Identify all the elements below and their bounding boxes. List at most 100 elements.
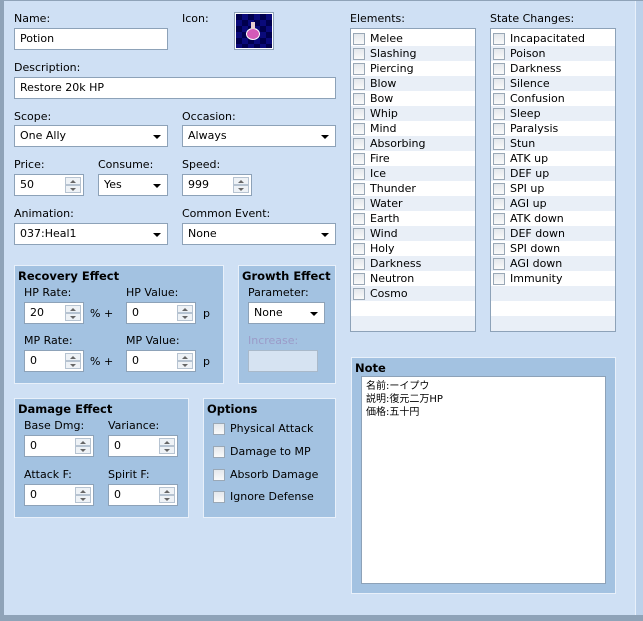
hp-rate-spinner[interactable]: 20 — [24, 302, 84, 324]
elements-list[interactable]: Melee Slashing Piercing Blow Bow Whip Mind Abso… — [350, 28, 476, 332]
list-item[interactable]: Neutron — [351, 271, 475, 286]
spin-down-icon[interactable] — [159, 446, 175, 454]
checkbox[interactable] — [353, 287, 365, 300]
checkbox[interactable] — [353, 167, 365, 180]
common-event-select[interactable]: None — [182, 223, 336, 245]
checkbox[interactable] — [353, 242, 365, 255]
checkbox[interactable] — [353, 152, 365, 165]
spin-up-icon[interactable] — [65, 305, 81, 313]
physical-attack-checkbox[interactable]: Physical Attack — [213, 422, 313, 435]
list-item[interactable]: Blow — [351, 76, 475, 91]
note-textarea[interactable]: 名前:ーイプウ 説明:復元二万HP 価格:五十円 — [361, 376, 606, 584]
list-item[interactable] — [491, 301, 615, 316]
list-item[interactable]: Absorbing — [351, 136, 475, 151]
checkbox[interactable] — [353, 257, 365, 270]
spin-down-icon[interactable] — [65, 185, 81, 193]
list-item[interactable]: DEF up — [491, 166, 615, 181]
attack-f-spinner[interactable]: 0 — [24, 484, 94, 506]
list-item[interactable]: Holy — [351, 241, 475, 256]
list-item[interactable]: ATK down — [491, 211, 615, 226]
spin-down-icon[interactable] — [177, 313, 193, 321]
checkbox[interactable] — [353, 77, 365, 90]
speed-spinner[interactable]: 999 — [182, 174, 252, 196]
list-item[interactable]: Melee — [351, 31, 475, 46]
checkbox[interactable] — [493, 212, 505, 225]
checkbox[interactable] — [353, 92, 365, 105]
spin-up-icon[interactable] — [65, 353, 81, 361]
list-item[interactable]: Bow — [351, 91, 475, 106]
base-dmg-spinner[interactable]: 0 — [24, 435, 94, 457]
spin-up-icon[interactable] — [159, 487, 175, 495]
checkbox[interactable] — [493, 242, 505, 255]
list-item[interactable]: Stun — [491, 136, 615, 151]
spin-down-icon[interactable] — [65, 313, 81, 321]
list-item[interactable]: Sleep — [491, 106, 615, 121]
variance-spinner[interactable]: 0 — [108, 435, 178, 457]
checkbox[interactable] — [353, 212, 365, 225]
checkbox[interactable] — [353, 137, 365, 150]
consume-select[interactable]: Yes — [98, 174, 168, 196]
list-item[interactable]: Confusion — [491, 91, 615, 106]
mp-rate-spinner[interactable]: 0 — [24, 350, 84, 372]
list-item[interactable]: Ice — [351, 166, 475, 181]
list-item[interactable]: Poison — [491, 46, 615, 61]
damage-to-mp-checkbox[interactable]: Damage to MP — [213, 445, 311, 458]
icon-picker[interactable] — [234, 12, 274, 50]
list-item[interactable]: DEF down — [491, 226, 615, 241]
spin-up-icon[interactable] — [177, 353, 193, 361]
checkbox[interactable] — [493, 62, 505, 75]
spin-up-icon[interactable] — [75, 438, 91, 446]
price-spinner[interactable]: 50 — [14, 174, 84, 196]
name-input[interactable]: Potion — [14, 28, 168, 50]
list-item[interactable]: Incapacitated — [491, 31, 615, 46]
checkbox[interactable] — [493, 77, 505, 90]
list-item[interactable]: Cosmo — [351, 286, 475, 301]
list-item[interactable]: AGI down — [491, 256, 615, 271]
spin-down-icon[interactable] — [233, 185, 249, 193]
absorb-damage-checkbox[interactable]: Absorb Damage — [213, 468, 318, 481]
checkbox[interactable] — [493, 257, 505, 270]
checkbox[interactable] — [493, 152, 505, 165]
parameter-select[interactable]: None — [248, 302, 325, 324]
checkbox[interactable] — [493, 107, 505, 120]
checkbox[interactable] — [493, 227, 505, 240]
checkbox[interactable] — [353, 122, 365, 135]
list-item[interactable]: Mind — [351, 121, 475, 136]
checkbox[interactable] — [353, 47, 365, 60]
list-item[interactable]: ATK up — [491, 151, 615, 166]
list-item[interactable] — [491, 316, 615, 331]
checkbox[interactable] — [493, 272, 505, 285]
state-changes-list[interactable]: Incapacitated Poison Darkness Silence Confus… — [490, 28, 616, 332]
scope-select[interactable]: One Ally — [14, 125, 168, 147]
checkbox[interactable] — [493, 122, 505, 135]
animation-select[interactable]: 037:Heal1 — [14, 223, 168, 245]
checkbox[interactable] — [493, 92, 505, 105]
list-item[interactable] — [491, 286, 615, 301]
checkbox[interactable] — [493, 137, 505, 150]
spin-up-icon[interactable] — [177, 305, 193, 313]
spin-up-icon[interactable] — [75, 487, 91, 495]
list-item[interactable]: Fire — [351, 151, 475, 166]
list-item[interactable]: Immunity — [491, 271, 615, 286]
list-item[interactable] — [351, 301, 475, 316]
checkbox[interactable] — [493, 32, 505, 45]
checkbox[interactable] — [493, 197, 505, 210]
spin-down-icon[interactable] — [177, 361, 193, 369]
checkbox[interactable] — [353, 107, 365, 120]
list-item[interactable]: SPI down — [491, 241, 615, 256]
list-item[interactable]: Earth — [351, 211, 475, 226]
occasion-select[interactable]: Always — [182, 125, 336, 147]
list-item[interactable]: Silence — [491, 76, 615, 91]
spin-down-icon[interactable] — [159, 495, 175, 503]
hp-value-spinner[interactable]: 0 — [126, 302, 196, 324]
list-item[interactable]: Piercing — [351, 61, 475, 76]
list-item[interactable]: Thunder — [351, 181, 475, 196]
list-item[interactable]: Wind — [351, 226, 475, 241]
list-item[interactable]: AGI up — [491, 196, 615, 211]
checkbox[interactable] — [493, 167, 505, 180]
checkbox[interactable] — [353, 32, 365, 45]
list-item[interactable]: Whip — [351, 106, 475, 121]
spin-down-icon[interactable] — [75, 495, 91, 503]
spin-down-icon[interactable] — [75, 446, 91, 454]
checkbox[interactable] — [353, 272, 365, 285]
